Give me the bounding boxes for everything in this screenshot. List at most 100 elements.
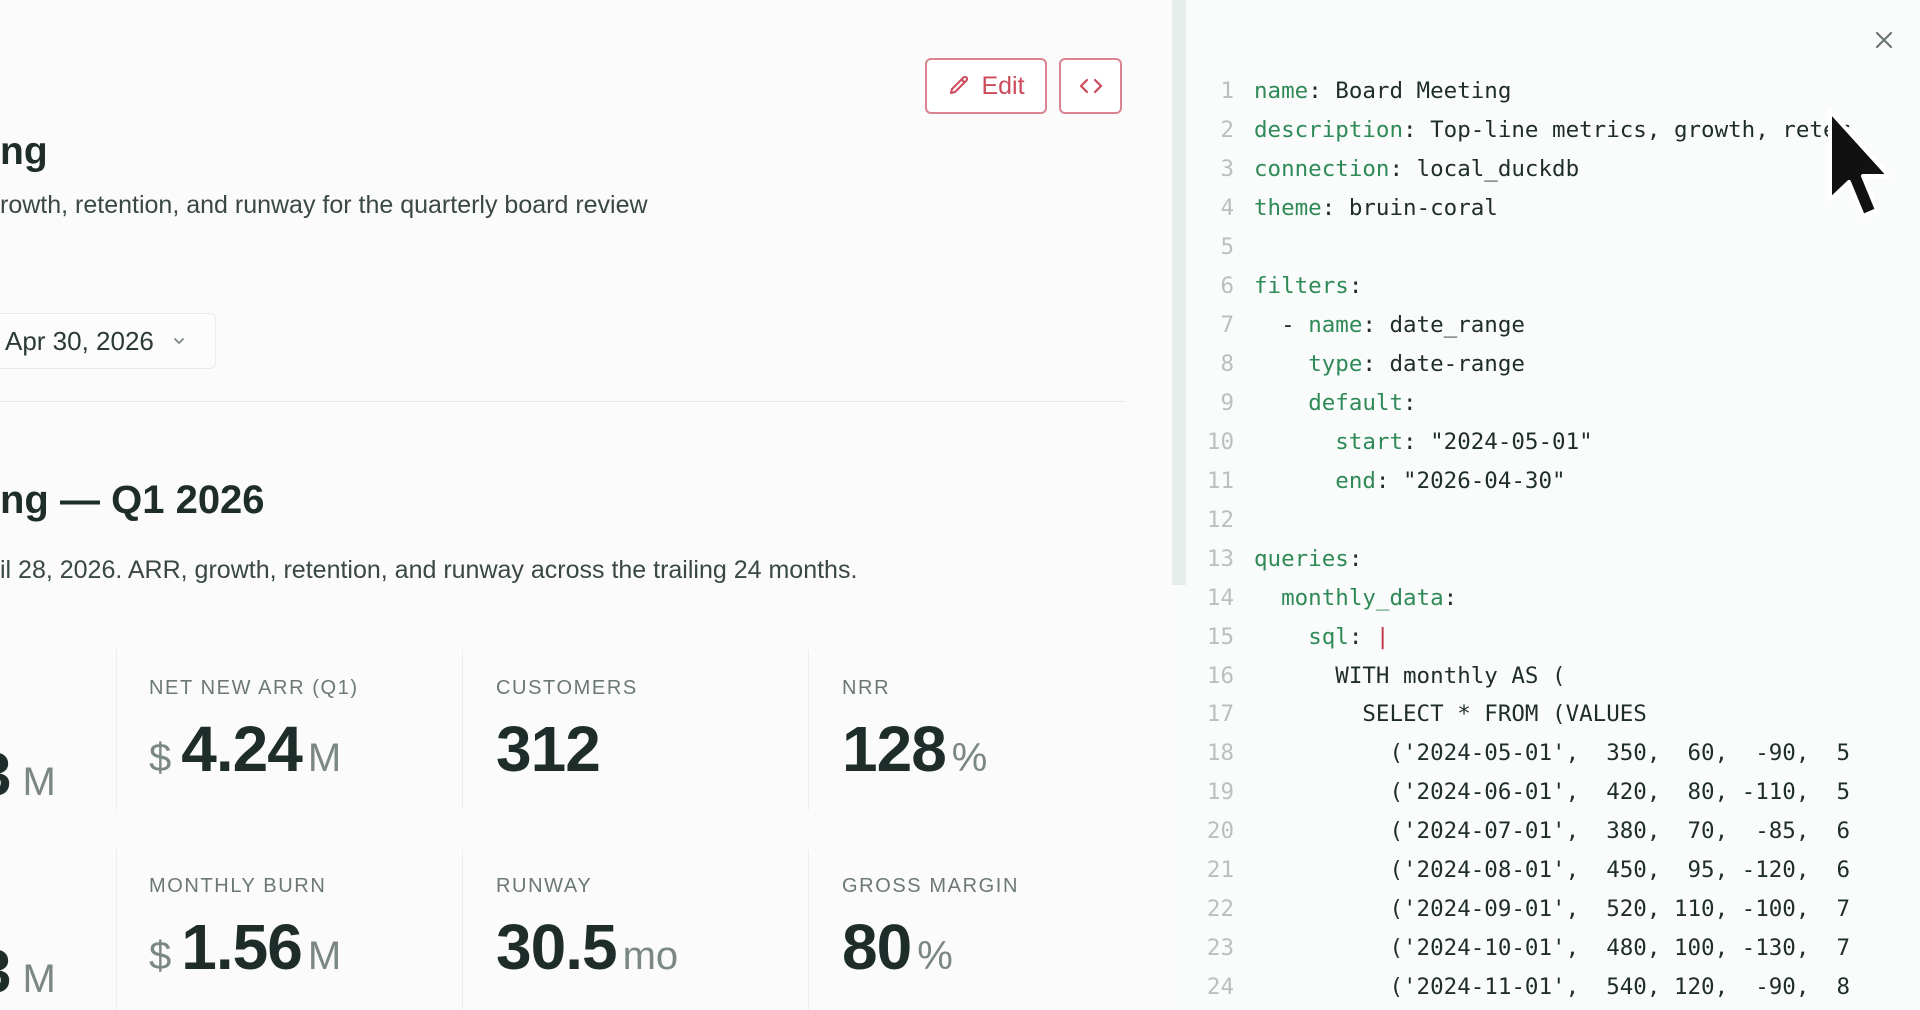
code-line[interactable]: 20 ('2024-07-01', 380, 70, -85, 6 [1186, 812, 1850, 851]
code-line[interactable]: 1 name: Board Meeting [1186, 72, 1850, 111]
yaml-value: : [1348, 273, 1363, 300]
line-number: 18 [1206, 740, 1234, 767]
code-line[interactable]: 18 ('2024-05-01', 350, 60, -90, 5 [1186, 734, 1850, 773]
line-number: 17 [1206, 701, 1234, 728]
yaml-key: queries [1254, 545, 1349, 572]
kpi-label-customers: CUSTOMERS [496, 677, 638, 699]
edit-button[interactable]: Edit [925, 58, 1047, 114]
page-description: rowth, retention, and runway for the qua… [0, 191, 648, 219]
line-number: 11 [1206, 467, 1234, 494]
code-line[interactable]: 9 default: [1186, 384, 1850, 423]
line-number: 8 [1220, 351, 1234, 378]
kpi-label-net-new-arr: NET NEW ARR (Q1) [149, 677, 359, 699]
code-line[interactable]: 8 type: date-range [1186, 345, 1850, 384]
yaml-editor-panel: 1 name: Board Meeting 2 description: Top-li… [1186, 0, 1920, 1010]
yaml-value: : date_range [1362, 312, 1525, 339]
kpi-separator [116, 650, 117, 810]
line-content: queries: [1254, 546, 1362, 572]
code-line[interactable]: 22 ('2024-09-01', 520, 110, -100, 7 [1186, 890, 1850, 929]
line-number: 23 [1206, 935, 1234, 962]
code-line[interactable]: 19 ('2024-06-01', 420, 80, -110, 5 [1186, 773, 1850, 812]
code-view-button[interactable] [1059, 58, 1122, 114]
code-line[interactable]: 7 - name: date_range [1186, 306, 1850, 345]
pencil-icon [950, 75, 969, 94]
code-line[interactable]: 6 filters: [1186, 267, 1850, 306]
yaml-value: : "2026-04-30" [1375, 467, 1566, 494]
yaml-value: : [1348, 545, 1363, 572]
yaml-value: ('2024-07-01', 380, 70, -85, 6 [1389, 818, 1851, 845]
yaml-value: : [1348, 623, 1376, 650]
code-line[interactable]: 12 [1186, 500, 1850, 539]
line-content: ('2024-11-01', 540, 120, -90, 8 [1254, 974, 1850, 1000]
yaml-key: connection [1254, 156, 1390, 183]
code-icon [1079, 78, 1102, 94]
edit-button-label: Edit [981, 71, 1025, 100]
kpi-label-nrr: NRR [842, 677, 891, 699]
kpi-separator [116, 850, 117, 1010]
date-range-picker[interactable]: Apr 30, 2026 [0, 313, 216, 369]
close-button[interactable] [1866, 22, 1902, 58]
code-line[interactable]: 4 theme: bruin-coral [1186, 189, 1850, 228]
line-number: 2 [1220, 117, 1234, 144]
panel-resize-handle[interactable] [1172, 0, 1186, 585]
code-line[interactable]: 14 monthly_data: [1186, 578, 1850, 617]
section-title: ng — Q1 2026 [0, 478, 265, 522]
code-line[interactable]: 10 start: "2024-05-01" [1186, 422, 1850, 461]
code-line[interactable]: 11 end: "2026-04-30" [1186, 461, 1850, 500]
yaml-value: ('2024-06-01', 420, 80, -110, 5 [1389, 779, 1851, 806]
code-line[interactable]: 23 ('2024-10-01', 480, 100, -130, 7 [1186, 929, 1850, 968]
line-number: 14 [1206, 584, 1234, 611]
dashboard-panel: Edit ng rowth, retention, and runway for… [0, 0, 1172, 1010]
code-line[interactable]: 15 sql: | [1186, 617, 1850, 656]
line-number: 6 [1220, 273, 1234, 300]
kpi-nrr: 128 % [842, 713, 988, 785]
section-description: il 28, 2026. ARR, growth, retention, and… [0, 556, 858, 584]
yaml-value: ('2024-09-01', 520, 110, -100, 7 [1389, 896, 1851, 923]
line-content: sql: | [1254, 624, 1389, 650]
kpi-separator [808, 650, 809, 810]
close-icon [1875, 31, 1893, 49]
code-line[interactable]: 5 [1186, 228, 1850, 267]
yaml-key: filters [1254, 273, 1349, 300]
kpi-label-monthly-burn: MONTHLY BURN [149, 875, 327, 897]
yaml-block-pipe: | [1375, 623, 1390, 650]
kpi-label-gross-margin: GROSS MARGIN [842, 875, 1019, 897]
code-editor[interactable]: 1 name: Board Meeting 2 description: Top-li… [1186, 72, 1850, 1007]
yaml-key: start [1335, 428, 1404, 455]
code-line[interactable]: 16 WITH monthly AS ( [1186, 656, 1850, 695]
line-content: start: "2024-05-01" [1254, 428, 1593, 455]
code-line[interactable]: 17 SELECT * FROM (VALUES [1186, 695, 1850, 734]
yaml-key: description [1254, 117, 1404, 144]
line-number: 5 [1220, 234, 1234, 261]
line-content: type: date-range [1254, 351, 1525, 377]
section-divider [0, 401, 1126, 402]
code-line[interactable]: 21 ('2024-08-01', 450, 95, -120, 6 [1186, 851, 1850, 890]
line-number: 12 [1206, 506, 1234, 533]
code-line[interactable]: 3 connection: local_duckdb [1186, 150, 1850, 189]
yaml-key: end [1335, 467, 1376, 494]
date-range-end: Apr 30, 2026 [5, 325, 154, 356]
line-content: ('2024-10-01', 480, 100, -130, 7 [1254, 935, 1850, 961]
line-content: ('2024-07-01', 380, 70, -85, 6 [1254, 818, 1850, 844]
kpi-cut-suffix: 3 M [0, 938, 56, 1005]
kpi-monthly-burn: $ 1.56 M [149, 911, 342, 983]
kpi-customers: 312 [496, 713, 601, 785]
code-line[interactable]: 2 description: Top-line metrics, growth, … [1186, 111, 1850, 150]
yaml-value: SELECT * FROM (VALUES [1362, 701, 1647, 728]
yaml-key: name [1308, 312, 1363, 339]
line-number: 16 [1206, 662, 1234, 689]
yaml-key: type [1308, 351, 1363, 378]
kpi-separator [808, 850, 809, 1010]
yaml-value: : "2024-05-01" [1403, 428, 1593, 455]
line-number: 21 [1206, 857, 1234, 884]
code-line[interactable]: 13 queries: [1186, 539, 1850, 578]
yaml-value: : [1443, 584, 1458, 611]
yaml-key: theme [1254, 195, 1322, 222]
yaml-value: ('2024-05-01', 350, 60, -90, 5 [1389, 740, 1851, 767]
code-line[interactable]: 24 ('2024-11-01', 540, 120, -90, 8 [1186, 968, 1850, 1007]
